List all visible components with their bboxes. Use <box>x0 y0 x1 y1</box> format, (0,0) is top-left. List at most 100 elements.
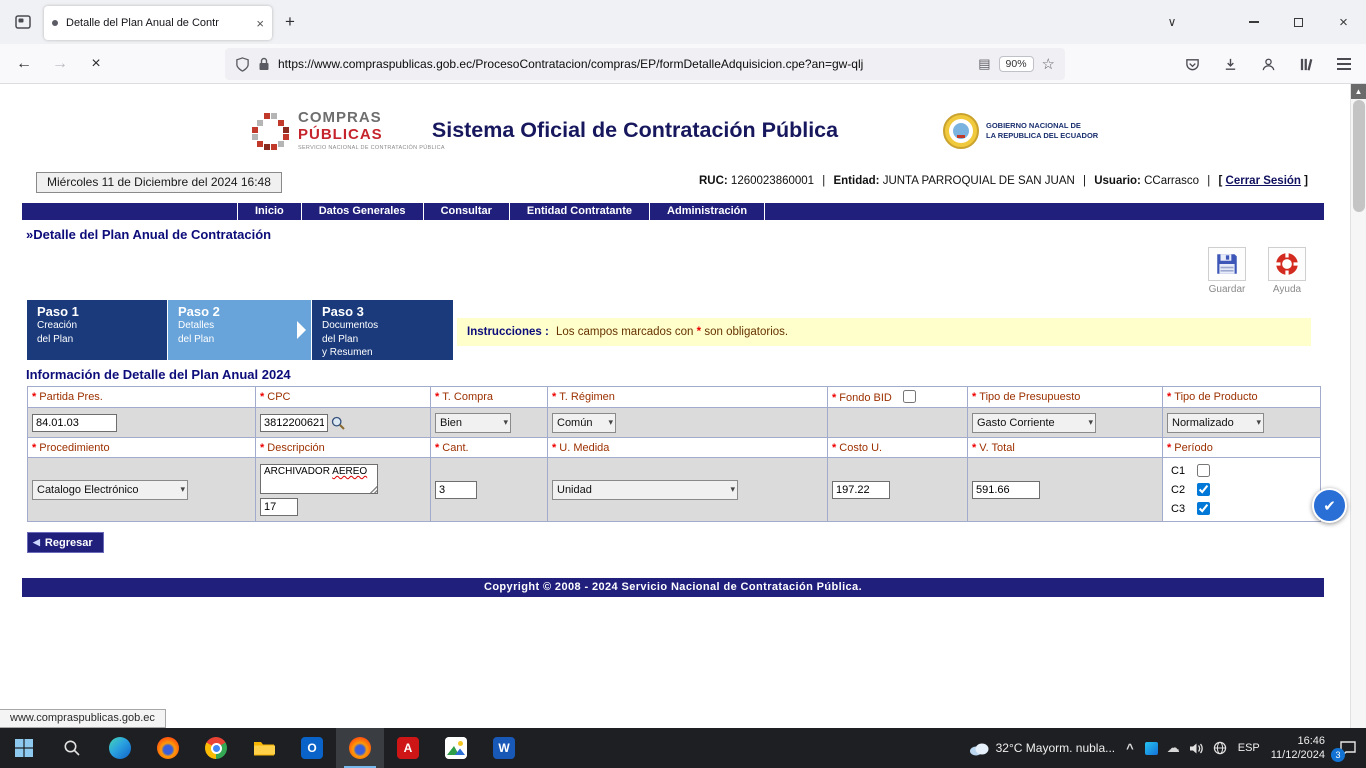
ayuda-button[interactable]: Ayuda <box>1260 247 1314 295</box>
partida-input[interactable] <box>32 414 117 432</box>
outlook-icon[interactable] <box>288 728 336 768</box>
language-indicator[interactable]: ESP <box>1238 742 1260 754</box>
forward-button: → <box>44 48 76 80</box>
browser-tab-bar: Detalle del Plan Anual de Contr × + ∨ × <box>0 0 1366 44</box>
usuario-label: Usuario: <box>1094 175 1141 187</box>
periodo-c3-checkbox[interactable] <box>1197 502 1210 515</box>
u-medida-select[interactable]: Unidad▾ <box>552 480 738 500</box>
step-1-creacion[interactable]: Paso 1 Creación del Plan <box>27 300 167 360</box>
government-logo: GOBIERNO NACIONAL DE LA REPUBLICA DEL EC… <box>942 112 1098 150</box>
tab-list-chevron-icon[interactable]: ∨ <box>1154 0 1190 44</box>
v-total-input[interactable] <box>972 481 1040 499</box>
periodo-c1-checkbox[interactable] <box>1197 464 1210 477</box>
library-icon[interactable] <box>1290 48 1322 80</box>
account-icon[interactable] <box>1252 48 1284 80</box>
edge-icon[interactable] <box>96 728 144 768</box>
cpc-input[interactable] <box>260 414 328 432</box>
stop-reload-button[interactable]: × <box>80 48 112 80</box>
volume-icon[interactable] <box>1189 742 1204 755</box>
menu-icon[interactable] <box>1328 48 1360 80</box>
fondo-bid-cell <box>828 408 968 438</box>
descripcion-textarea[interactable]: ARCHIVADOR AEREO <box>260 464 378 494</box>
ayuda-label: Ayuda <box>1260 284 1314 295</box>
close-button[interactable]: × <box>1321 0 1366 44</box>
tipo-producto-select[interactable]: Normalizado▾ <box>1167 413 1264 433</box>
acrobat-icon[interactable] <box>384 728 432 768</box>
downloads-icon[interactable] <box>1214 48 1246 80</box>
firefox-icon[interactable] <box>336 728 384 768</box>
session-info: RUC: 1260023860001 | Entidad: JUNTA PARR… <box>699 175 1308 187</box>
lock-icon[interactable] <box>258 57 270 71</box>
tray-app-icon[interactable] <box>1145 742 1158 755</box>
photos-icon[interactable] <box>432 728 480 768</box>
page-footer: Copyright © 2008 - 2024 Servicio Naciona… <box>22 578 1324 597</box>
network-icon[interactable] <box>1213 741 1227 755</box>
periodo-cell: C1 C2 C3 <box>1163 458 1321 522</box>
reader-view-icon[interactable]: ▤ <box>978 56 990 72</box>
procedimiento-select[interactable]: Catalogo Electrónico▾ <box>32 480 188 500</box>
cpc-search-icon[interactable] <box>331 416 345 430</box>
help-lifebuoy-icon[interactable] <box>1268 247 1306 281</box>
main-menu: Inicio Datos Generales Consultar Entidad… <box>22 203 1324 220</box>
floating-capture-button[interactable]: ✔ <box>1312 488 1347 523</box>
word-icon[interactable] <box>480 728 528 768</box>
ruc-label: RUC: <box>699 175 728 187</box>
taskbar-date: 11/12/2024 <box>1271 748 1325 762</box>
cantidad-input[interactable] <box>435 481 477 499</box>
start-button[interactable] <box>0 728 48 768</box>
search-button[interactable] <box>48 728 96 768</box>
periodo-c2-checkbox[interactable] <box>1197 483 1210 496</box>
tab-close-icon[interactable]: × <box>256 16 264 31</box>
chrome-icon[interactable] <box>192 728 240 768</box>
header-costo-u: *Costo U. <box>828 438 968 458</box>
page-scrollbar[interactable]: ▲ <box>1350 84 1366 728</box>
page-content: COMPRAS PÚBLICAS SERVICIO NACIONAL DE CO… <box>0 84 1350 728</box>
guardar-button[interactable]: Guardar <box>1200 247 1254 295</box>
save-floppy-icon[interactable] <box>1208 247 1246 281</box>
onedrive-icon[interactable]: ☁ <box>1167 740 1180 756</box>
fondo-bid-checkbox[interactable] <box>903 390 916 403</box>
taskbar-clock[interactable]: 16:46 11/12/2024 <box>1271 734 1325 763</box>
notification-center-button[interactable]: 3 <box>1336 736 1360 760</box>
guardar-label: Guardar <box>1200 284 1254 295</box>
costo-u-input[interactable] <box>832 481 890 499</box>
menu-item-inicio[interactable]: Inicio <box>237 203 302 220</box>
browser-tab[interactable]: Detalle del Plan Anual de Contr × <box>44 6 272 40</box>
minimize-button[interactable] <box>1231 0 1276 44</box>
t-compra-select[interactable]: Bien▾ <box>435 413 511 433</box>
firefox-view-icon[interactable] <box>8 7 38 37</box>
weather-widget[interactable]: 32°C Mayorm. nubla... <box>969 740 1116 756</box>
logout-link[interactable]: Cerrar Sesión <box>1226 175 1301 187</box>
tipo-presupuesto-select[interactable]: Gasto Corriente▾ <box>972 413 1096 433</box>
back-button[interactable]: ← <box>8 48 40 80</box>
menu-item-datos-generales[interactable]: Datos Generales <box>302 203 424 220</box>
scroll-up-arrow[interactable]: ▲ <box>1351 84 1366 99</box>
new-tab-button[interactable]: + <box>276 8 304 36</box>
menu-item-administracion[interactable]: Administración <box>650 203 765 220</box>
url-bar[interactable]: https://www.compraspublicas.gob.ec/Proce… <box>225 48 1065 80</box>
descripcion-extra-input[interactable] <box>260 498 298 516</box>
t-regimen-select[interactable]: Común▾ <box>552 413 616 433</box>
step-3-documentos[interactable]: Paso 3 Documentos del Plan y Resumen <box>312 300 453 360</box>
weather-text: 32°C Mayorm. nubla... <box>996 741 1116 755</box>
hidden-icons-chevron[interactable]: ^ <box>1126 741 1134 756</box>
scrollbar-thumb[interactable] <box>1353 100 1365 212</box>
plan-detail-table: *Partida Pres. *CPC *T. Compra *T. Régim… <box>27 386 1321 522</box>
header-tipo-producto: *Tipo de Producto <box>1163 387 1321 408</box>
regresar-button[interactable]: ◀ Regresar <box>27 532 104 553</box>
url-text[interactable]: https://www.compraspublicas.gob.ec/Proce… <box>278 57 970 71</box>
tracking-shield-icon[interactable] <box>235 57 250 72</box>
header-cant: *Cant. <box>431 438 548 458</box>
logo-tagline: SERVICIO NACIONAL DE CONTRATACIÓN PÚBLIC… <box>298 145 445 151</box>
pocket-icon[interactable] <box>1176 48 1208 80</box>
periodo-c1-row: C1 <box>1167 461 1320 480</box>
firefox-pinned-icon[interactable] <box>144 728 192 768</box>
menu-item-entidad-contratante[interactable]: Entidad Contratante <box>510 203 650 220</box>
bookmark-star-icon[interactable]: ☆ <box>1042 55 1055 73</box>
menu-item-consultar[interactable]: Consultar <box>424 203 510 220</box>
maximize-button[interactable] <box>1276 0 1321 44</box>
file-explorer-icon[interactable] <box>240 728 288 768</box>
step-2-detalles-active[interactable]: Paso 2 Detalles del Plan <box>168 300 311 360</box>
header-periodo: *Período <box>1163 438 1321 458</box>
zoom-level[interactable]: 90% <box>999 56 1034 72</box>
